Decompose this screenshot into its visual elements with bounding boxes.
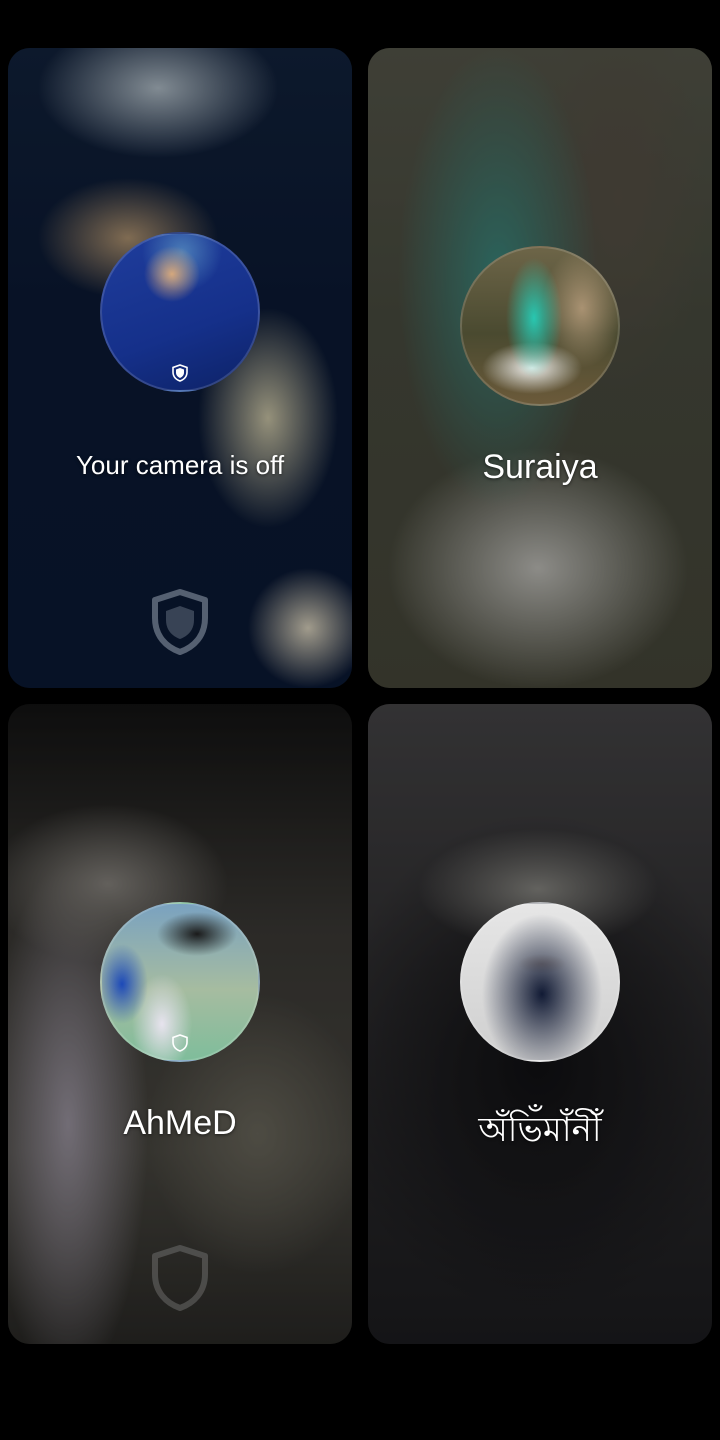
video-call-grid: Your camera is off Suraiya AhMeD অঁভিঁমা… bbox=[0, 0, 720, 1440]
shield-icon bbox=[172, 364, 188, 382]
shield-icon bbox=[152, 1245, 208, 1311]
avatar bbox=[100, 232, 260, 392]
participant-tile-self[interactable]: Your camera is off bbox=[8, 48, 352, 688]
avatar bbox=[100, 902, 260, 1062]
participant-name: Suraiya bbox=[482, 448, 598, 486]
avatar bbox=[460, 902, 620, 1062]
participant-tile[interactable]: AhMeD bbox=[8, 704, 352, 1344]
camera-off-label: Your camera is off bbox=[75, 450, 285, 480]
shield-icon bbox=[172, 1034, 188, 1052]
shield-icon bbox=[152, 589, 208, 655]
participant-tile[interactable]: অঁভিঁমাঁনীঁ bbox=[368, 704, 712, 1344]
participant-name: অঁভিঁমাঁনীঁ bbox=[478, 1110, 602, 1150]
participant-tile[interactable]: Suraiya bbox=[368, 48, 712, 688]
participant-name: AhMeD bbox=[123, 1104, 237, 1142]
avatar bbox=[460, 246, 620, 406]
